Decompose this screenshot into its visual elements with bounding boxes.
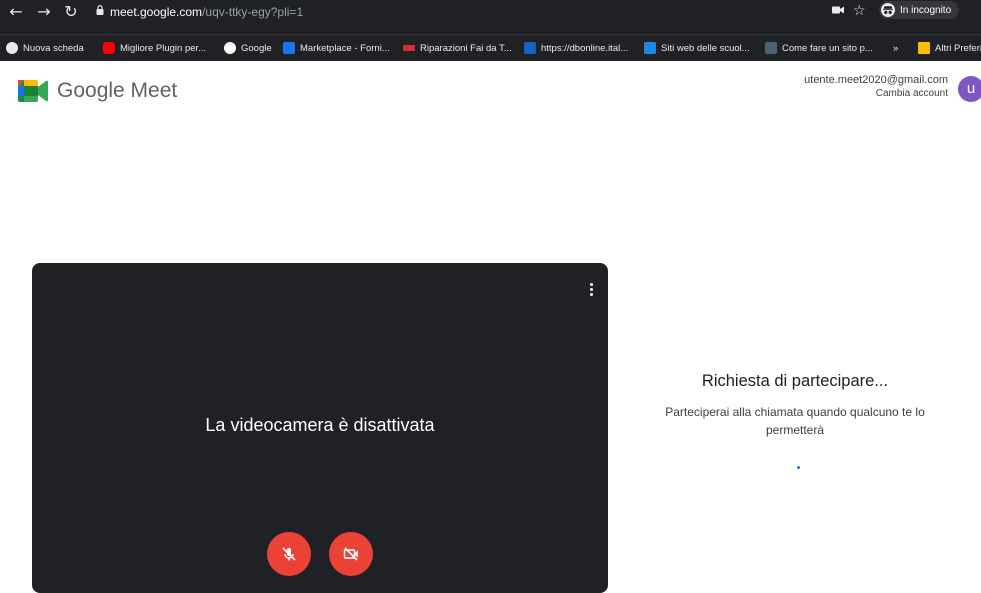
bookmark-item[interactable]: Migliore Plugin per...: [103, 40, 206, 56]
bookmark-label: https://dbonline.ital...: [541, 42, 629, 54]
browser-toolbar: ← → ↻ meet.google.com/uqv-ttky-egy?pli=1…: [0, 0, 981, 34]
incognito-icon: [881, 3, 895, 17]
avatar[interactable]: u: [958, 76, 981, 102]
bookmark-item[interactable]: Riparazioni Fai da T...: [403, 40, 512, 56]
other-bookmarks-label: Altri Preferiti: [935, 42, 981, 54]
back-arrow-icon[interactable]: ←: [6, 2, 26, 22]
switch-account-link[interactable]: Cambia account: [876, 88, 948, 99]
bookmark-label: Riparazioni Fai da T...: [420, 42, 512, 54]
app-title: Google Meet: [57, 79, 178, 102]
bookmark-item[interactable]: https://dbonline.ital...: [524, 40, 628, 56]
bookmark-label: Siti web delle scuol...: [661, 42, 750, 54]
more-options-icon[interactable]: [590, 283, 594, 298]
more-bookmarks-label: »: [893, 42, 899, 54]
globe-icon: [6, 42, 18, 54]
youtube-icon: [103, 42, 115, 54]
bookmark-item[interactable]: Nuova scheda: [6, 40, 84, 56]
account-email: utente.meet2020@gmail.com: [804, 74, 948, 86]
camera-off-icon: [343, 547, 358, 561]
microphone-toggle-button[interactable]: [267, 532, 311, 576]
bookmark-item[interactable]: Siti web delle scuol...: [644, 40, 750, 56]
lock-icon: [96, 5, 104, 15]
z-icon: [524, 42, 536, 54]
site-icon: [765, 42, 777, 54]
forward-arrow-icon[interactable]: →: [34, 2, 54, 22]
url-path: /uqv-ttky-egy?pli=1: [202, 5, 304, 19]
address-bar[interactable]: meet.google.com/uqv-ttky-egy?pli=1: [110, 4, 303, 20]
reload-icon[interactable]: ↻: [61, 2, 81, 22]
folder-icon: [918, 42, 930, 54]
join-request-message: Parteciperai alla chiamata quando qualcu…: [665, 405, 925, 437]
facebook-icon: [283, 42, 295, 54]
camera-toggle-button[interactable]: [329, 532, 373, 576]
bookmark-item[interactable]: Come fare un sito p...: [765, 40, 873, 56]
it-icon: [644, 42, 656, 54]
bookmarks-bar: Nuova scheda Migliore Plugin per... Goog…: [0, 34, 981, 61]
microphone-off-icon: [282, 547, 296, 561]
camera-indicator-icon[interactable]: [832, 6, 844, 14]
more-bookmarks-button[interactable]: »: [893, 40, 898, 56]
camera-off-message: La videocamera è disattivata: [205, 415, 435, 435]
bookmark-label: Marketplace - Forni...: [300, 42, 390, 54]
bookmark-item[interactable]: Marketplace - Forni...: [283, 40, 390, 56]
google-meet-logo-icon[interactable]: [18, 80, 48, 102]
sos-icon: [403, 45, 415, 51]
bookmark-label: Nuova scheda: [23, 42, 84, 54]
other-bookmarks-folder[interactable]: Altri Preferiti: [918, 40, 981, 56]
video-preview: La videocamera è disattivata: [32, 263, 608, 593]
incognito-badge[interactable]: In incognito: [879, 1, 960, 19]
bookmark-label: Come fare un sito p...: [782, 42, 873, 54]
bookmark-item[interactable]: Google: [224, 40, 272, 56]
bookmark-star-icon[interactable]: ☆: [853, 1, 866, 21]
incognito-label: In incognito: [900, 4, 952, 16]
join-request-title: Richiesta di partecipare...: [701, 372, 889, 390]
google-icon: [224, 42, 236, 54]
loading-indicator: [797, 466, 800, 469]
bookmark-label: Google: [241, 42, 272, 54]
url-host: meet.google.com: [110, 5, 203, 19]
bookmark-label: Migliore Plugin per...: [120, 42, 207, 54]
